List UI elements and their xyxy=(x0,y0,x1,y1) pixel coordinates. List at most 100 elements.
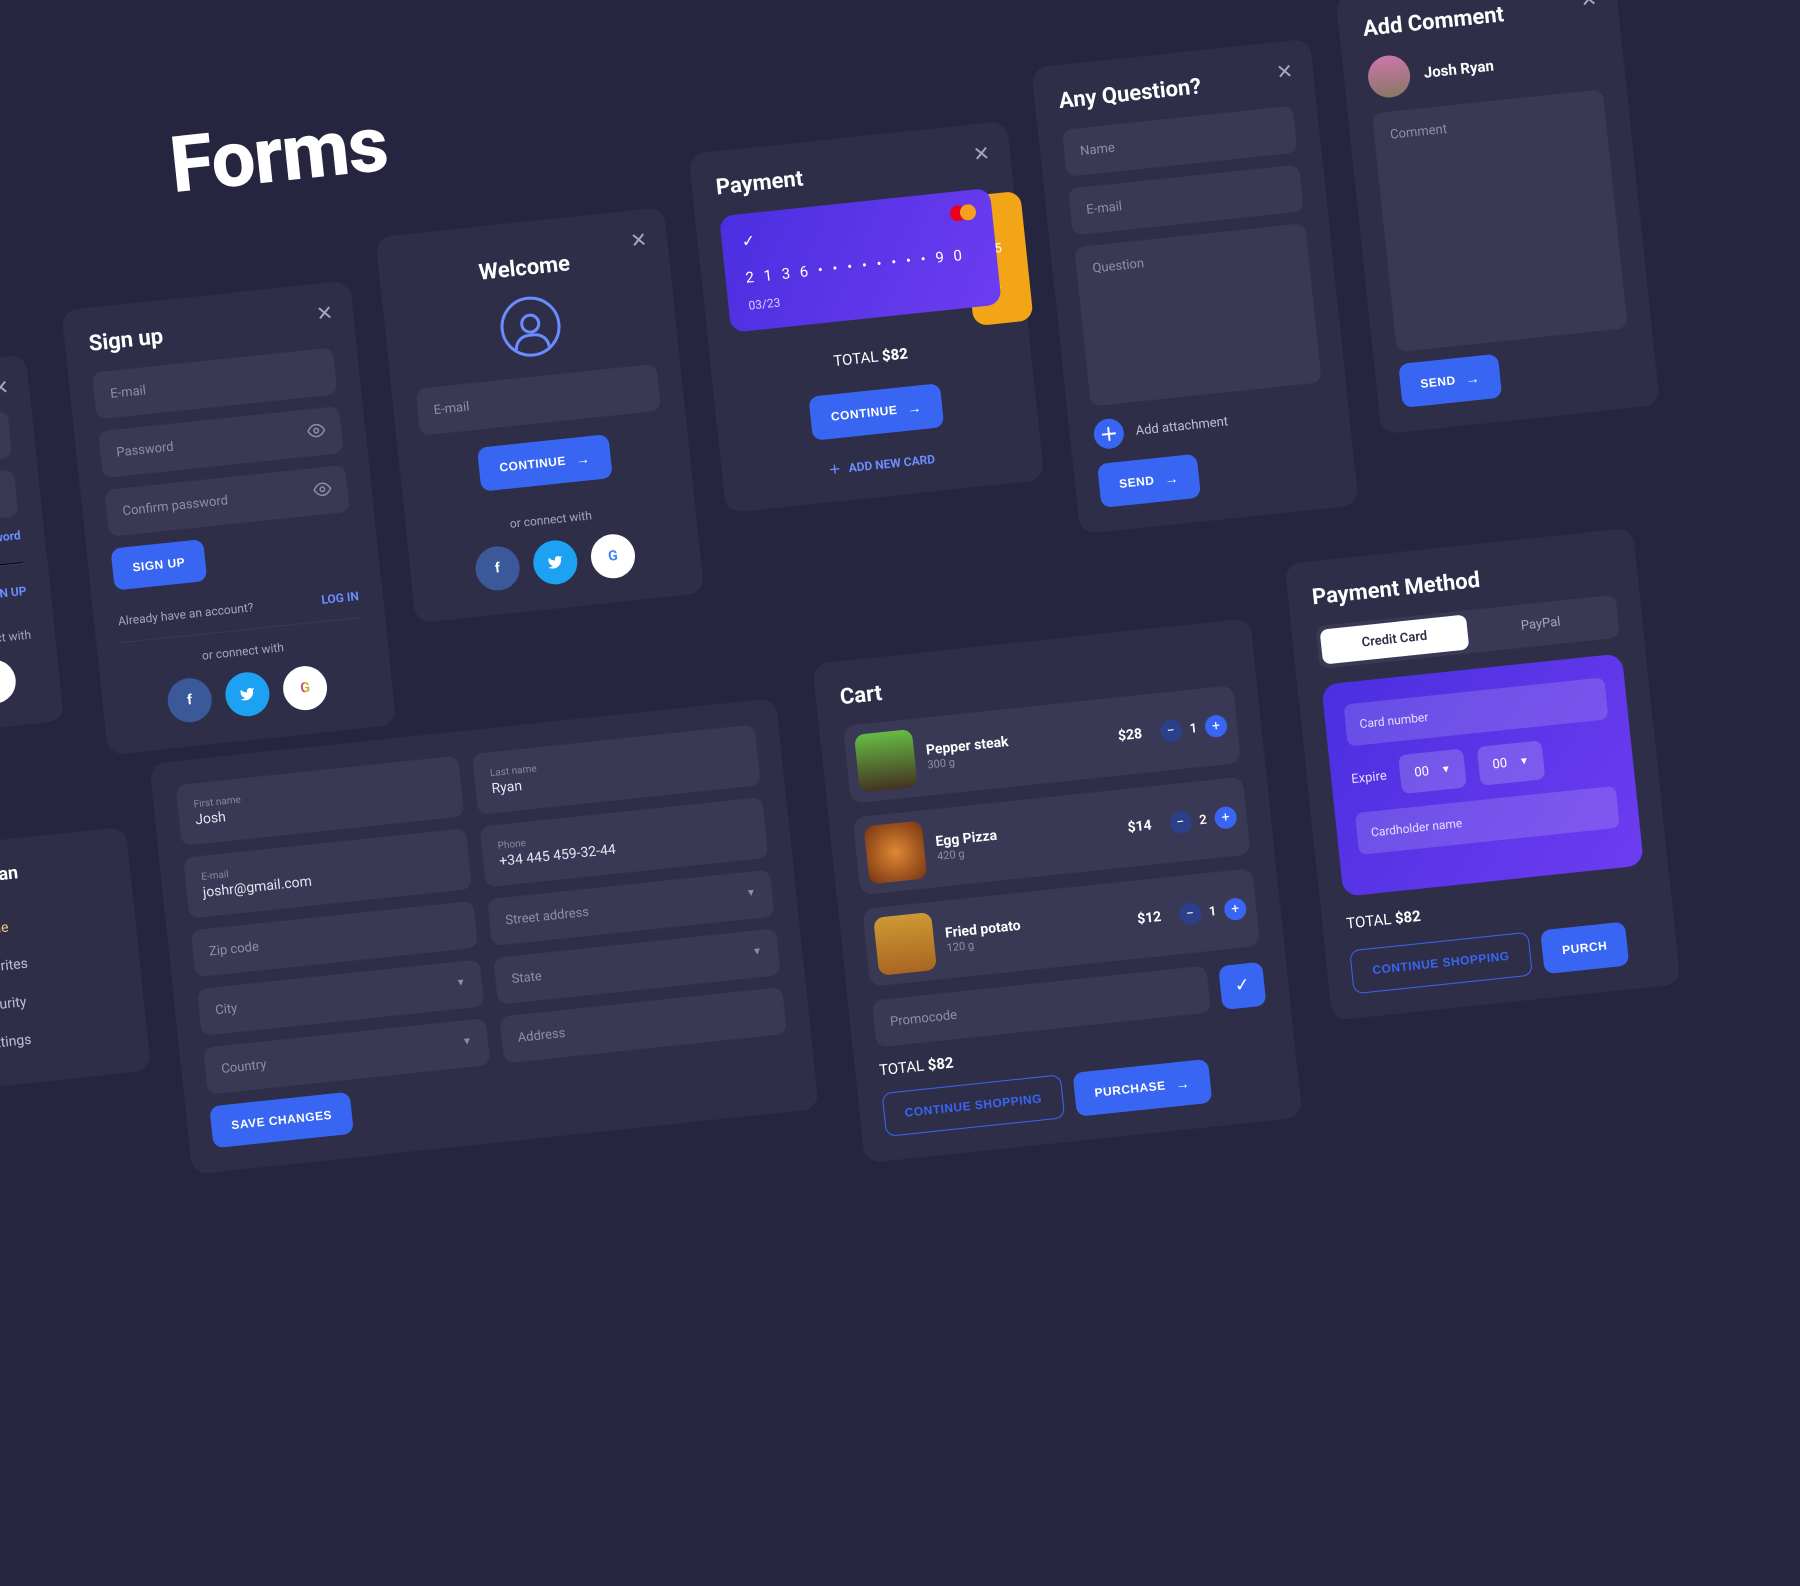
qty-minus-button[interactable]: − xyxy=(1178,902,1202,926)
already-label: Already have an account? xyxy=(117,600,254,628)
arrow-right-icon: → xyxy=(1175,1075,1191,1092)
payment-method-card: Payment Method Credit Card PayPal Card n… xyxy=(1284,528,1680,1021)
password-field[interactable]: Password xyxy=(98,406,344,478)
card-title: Sign up xyxy=(88,307,331,357)
twitter-icon[interactable] xyxy=(223,670,271,718)
apply-promo-button[interactable]: ✓ xyxy=(1218,961,1266,1009)
eye-icon[interactable] xyxy=(312,479,332,503)
welcome-card: ✕ Welcome E-mail CONTINUE→ or connect wi… xyxy=(375,207,704,623)
close-icon[interactable]: ✕ xyxy=(1275,59,1294,85)
qty-value: 1 xyxy=(1208,904,1217,920)
card-title: Any Question? xyxy=(1058,65,1291,114)
item-image xyxy=(873,912,937,976)
arrow-right-icon: → xyxy=(1465,370,1481,387)
question-card: ✕ Any Question? Name E-mail Question ＋ A… xyxy=(1031,39,1358,535)
facebook-icon[interactable]: f xyxy=(473,544,521,592)
user-name: Josh Ryan xyxy=(1423,57,1495,82)
field[interactable] xyxy=(0,411,12,470)
close-icon[interactable]: ✕ xyxy=(629,227,648,253)
continue-shopping-button[interactable]: CONTINUE SHOPPING xyxy=(1349,932,1532,995)
signup-button[interactable]: SIGN UP xyxy=(110,539,207,590)
google-icon[interactable]: G xyxy=(0,658,18,706)
avatar xyxy=(1366,53,1412,99)
item-image xyxy=(864,820,928,884)
close-icon[interactable]: ✕ xyxy=(1579,0,1598,12)
comment-card: ✕ Add Comment Josh Ryan Comment SEND→ xyxy=(1335,0,1660,434)
twitter-icon[interactable] xyxy=(531,538,579,586)
send-button[interactable]: SEND→ xyxy=(1097,454,1201,508)
continue-button[interactable]: CONTINUE→ xyxy=(809,383,944,440)
name-field[interactable]: Name xyxy=(1062,106,1298,177)
user-icon xyxy=(498,294,564,360)
profile-form-card: First name Josh Last name Ryan E-mail jo… xyxy=(149,698,819,1175)
signup-link[interactable]: SIGN UP xyxy=(0,584,27,611)
item-price: $12 xyxy=(1136,909,1162,927)
purchase-button[interactable]: PURCHASE→ xyxy=(1072,1059,1212,1117)
field[interactable] xyxy=(0,469,19,528)
add-attachment-button[interactable]: ＋ Add attachment xyxy=(1092,396,1326,450)
signup-card: ✕ Sign up E-mail Password Confirm passwo… xyxy=(61,280,396,755)
continue-shopping-button[interactable]: CONTINUE SHOPPING xyxy=(882,1074,1065,1137)
card-title: Welcome xyxy=(403,243,646,293)
total-line: TOTAL $82 xyxy=(734,334,1006,380)
qty-minus-button[interactable]: − xyxy=(1159,719,1183,743)
arrow-right-icon: → xyxy=(575,450,591,467)
send-button[interactable]: SEND→ xyxy=(1398,354,1502,408)
cardholder-name-field[interactable]: Cardholder name xyxy=(1355,786,1620,855)
plus-icon: ＋ xyxy=(828,460,842,478)
continue-button[interactable]: CONTINUE→ xyxy=(477,434,612,491)
purchase-button[interactable]: PURCH xyxy=(1540,922,1629,975)
item-price: $14 xyxy=(1127,817,1153,835)
facebook-icon[interactable]: f xyxy=(166,676,214,724)
login-card-partial: ✕ ot password SIGN UP connect with G xyxy=(0,355,64,739)
email-field[interactable]: E-mail xyxy=(415,364,661,436)
tab-paypal[interactable]: PayPal xyxy=(1466,599,1616,649)
expire-label: Expire xyxy=(1351,769,1388,788)
login-link[interactable]: LOG IN xyxy=(321,589,360,607)
profile-name: Josh Ryan xyxy=(0,853,106,892)
credit-card[interactable]: 2 1 3 6 • • • • • • • • 9 0 03/23 xyxy=(719,188,1002,333)
chevron-down-icon: ▼ xyxy=(1440,764,1451,776)
payment-card: ✕ Payment 4 5 02/ 2 1 3 6 • • • • • • • … xyxy=(688,121,1044,513)
expire-year-select[interactable]: 00▼ xyxy=(1477,740,1545,786)
profile-menu-card: Josh Ryan profile favorites security set… xyxy=(0,827,151,1094)
chevron-down-icon: ▼ xyxy=(455,977,466,989)
add-new-card-button[interactable]: ＋ADD NEW CARD xyxy=(746,441,1018,486)
item-price: $28 xyxy=(1117,726,1143,744)
connect-label: connect with xyxy=(0,628,32,655)
google-icon[interactable]: G xyxy=(281,664,329,712)
card-number-field[interactable]: Card number xyxy=(1344,677,1609,746)
expire-month-select[interactable]: 00▼ xyxy=(1399,749,1467,795)
close-icon[interactable]: ✕ xyxy=(315,300,334,326)
mastercard-logo-icon xyxy=(949,203,977,222)
card-title: Add Comment xyxy=(1362,0,1595,42)
forgot-password-link[interactable]: ot password xyxy=(0,528,21,555)
comment-field[interactable]: Comment xyxy=(1372,89,1628,352)
plus-icon: ＋ xyxy=(1092,417,1125,450)
chevron-down-icon: ▼ xyxy=(746,887,757,899)
arrow-right-icon: → xyxy=(1163,470,1179,487)
qty-value: 2 xyxy=(1199,812,1208,828)
google-icon[interactable]: G xyxy=(589,532,637,580)
qty-plus-button[interactable]: + xyxy=(1214,806,1238,830)
eye-icon[interactable] xyxy=(306,420,326,444)
email-field[interactable]: E-mail xyxy=(1068,164,1304,235)
check-icon xyxy=(741,231,756,251)
chevron-down-icon: ▼ xyxy=(461,1036,472,1048)
credit-card-form: Card number Expire 00▼ 00▼ Cardholder na… xyxy=(1321,653,1644,896)
chevron-down-icon: ▼ xyxy=(1519,756,1530,768)
chevron-down-icon: ▼ xyxy=(752,946,763,958)
qty-plus-button[interactable]: + xyxy=(1204,714,1228,738)
item-image xyxy=(854,729,918,793)
close-icon[interactable]: ✕ xyxy=(0,375,10,401)
cart-card: Cart Pepper steak300 g $28 − 1 + Egg Piz… xyxy=(812,618,1302,1163)
close-icon[interactable]: ✕ xyxy=(972,141,991,167)
confirm-password-field[interactable]: Confirm password xyxy=(104,465,350,537)
tab-credit-card[interactable]: Credit Card xyxy=(1320,614,1470,664)
email-field[interactable]: E-mail xyxy=(92,347,338,419)
qty-value: 1 xyxy=(1189,721,1198,737)
qty-minus-button[interactable]: − xyxy=(1168,810,1192,834)
question-field[interactable]: Question xyxy=(1074,223,1321,406)
arrow-right-icon: → xyxy=(906,399,922,416)
qty-plus-button[interactable]: + xyxy=(1223,897,1247,921)
